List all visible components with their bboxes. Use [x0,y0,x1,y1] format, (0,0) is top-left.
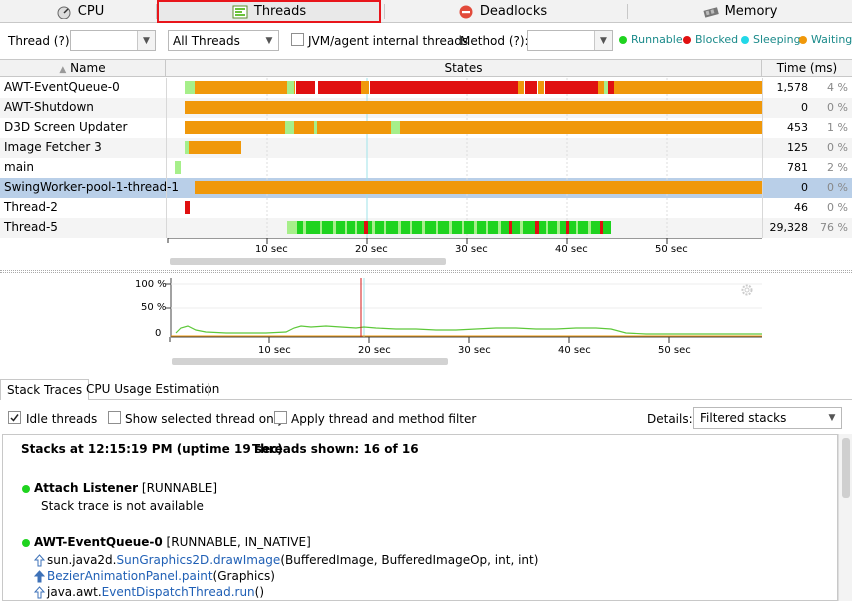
details-label: Details: [647,412,693,426]
cpu-x-label: 20 sec [358,345,391,356]
threads-shown-count: Threads shown: 16 of 16 [252,442,419,456]
thread-entry[interactable]: AWT-EventQueue-0 [RUNNABLE, IN_NATIVE] [34,535,311,549]
state-bar-swingworker [195,181,762,194]
tab-cpu-usage-estimation[interactable]: CPU Usage Estimation [80,379,225,400]
cpu-x-label: 40 sec [558,345,591,356]
cpu-y-label: 0 [155,328,162,339]
cpu-x-label: 10 sec [258,345,291,356]
internal-threads-checkbox[interactable] [291,33,304,46]
chevron-down-icon[interactable]: ▼ [823,408,841,428]
cpu-x-label: 30 sec [458,345,491,356]
chevron-down-icon[interactable]: ▼ [137,31,155,50]
state-bar-main [175,161,181,174]
cpu-y-label: 50 % [141,302,167,313]
apply-filter-checkbox[interactable] [274,411,287,424]
method-filter-label: Method (?): [460,34,529,48]
cpu-gauge-icon [56,5,72,19]
splitter[interactable] [0,270,852,273]
axis-label: 40 sec [555,244,588,255]
details-select[interactable]: Filtered stacks ▼ [693,407,842,429]
legend-sleeping: Sleeping [741,33,801,46]
axis-label: 20 sec [355,244,388,255]
chevron-down-icon[interactable]: ▼ [594,31,612,50]
stack-scrollbar-thumb[interactable] [842,438,850,498]
state-bar-thread-5 [287,221,611,234]
thread-scope-select[interactable]: All Threads ▼ [168,30,279,51]
timeline-scrollbar-thumb [170,258,446,265]
idle-threads-checkbox[interactable] [8,411,21,424]
threads-icon [232,5,248,19]
stack-scrollbar[interactable] [838,434,852,601]
axis-label: 10 sec [255,244,288,255]
runnable-status-dot [22,485,30,493]
stack-frame-arrow-icon [34,554,45,567]
runnable-status-dot [22,539,30,547]
tab-memory[interactable]: Memory [703,1,777,22]
column-states-header[interactable]: States [166,60,762,77]
chevron-down-icon[interactable]: ▼ [260,31,278,50]
axis-label: 50 sec [655,244,688,255]
idle-threads-label: Idle threads [26,412,98,426]
detail-tabs: Stack Traces CPU Usage Estimation [0,379,852,400]
state-bar-awt-eventqueue [185,81,762,94]
legend-runnable: Runnable [619,33,683,46]
tab-cpu[interactable]: CPU [55,1,105,22]
stacks-timestamp: Stacks at 12:15:19 PM (uptime 19 sec) [21,442,283,456]
legend-blocked: Blocked [683,33,738,46]
state-bar-image-fetcher [185,141,241,154]
cpu-x-label: 50 sec [658,345,691,356]
tab-deadlocks[interactable]: Deadlocks [458,1,547,22]
stack-frame-arrow-icon [34,586,45,599]
cpu-y-label: 100 % [135,279,167,290]
column-name-header[interactable]: ▲ Name [0,60,166,77]
tab-stack-traces[interactable]: Stack Traces [0,379,90,400]
state-bar-thread-2 [185,201,190,214]
cpu-chart-scrollbar-thumb [172,358,448,365]
stack-traces-pane: Stacks at 12:15:19 PM (uptime 19 sec) Th… [2,434,838,601]
threads-table-header: ▲ Name States Time (ms) [0,59,852,77]
column-time-header[interactable]: Time (ms) [762,60,852,77]
gear-icon[interactable] [740,283,754,300]
apply-filter-label: Apply thread and method filter [291,412,477,426]
stack-unavailable-note: Stack trace is not available [41,499,204,513]
thread-states-timeline [175,78,762,238]
selected-thread-only-checkbox[interactable] [108,411,121,424]
internal-threads-label: JVM/agent internal threads [308,34,469,48]
tab-threads[interactable]: Threads [157,0,381,23]
thread-entry[interactable]: Attach Listener [RUNNABLE] [34,481,217,495]
state-bar-d3d-updater [185,121,762,134]
memory-chip-icon [703,5,719,19]
stack-frame[interactable]: sun.java2d.SunGraphics2D.drawImage(Buffe… [47,553,538,567]
method-filter-combo[interactable]: ▼ [527,30,613,51]
axis-label: 30 sec [455,244,488,255]
stack-frame-arrow-icon [34,570,45,583]
state-bar-awt-shutdown [185,101,762,114]
thread-filter-combo[interactable]: ▼ [70,30,156,51]
thread-filter-label: Thread (?): [8,34,74,48]
selected-thread-only-label: Show selected thread only [125,412,285,426]
view-tabs: CPU Threads Deadlocks Memory [0,0,852,23]
stack-frame[interactable]: BezierAnimationPanel.paint(Graphics) [47,569,275,583]
legend-waiting: Waiting [799,33,852,46]
no-entry-icon [458,5,474,19]
stack-frame[interactable]: java.awt.EventDispatchThread.run() [47,585,264,599]
